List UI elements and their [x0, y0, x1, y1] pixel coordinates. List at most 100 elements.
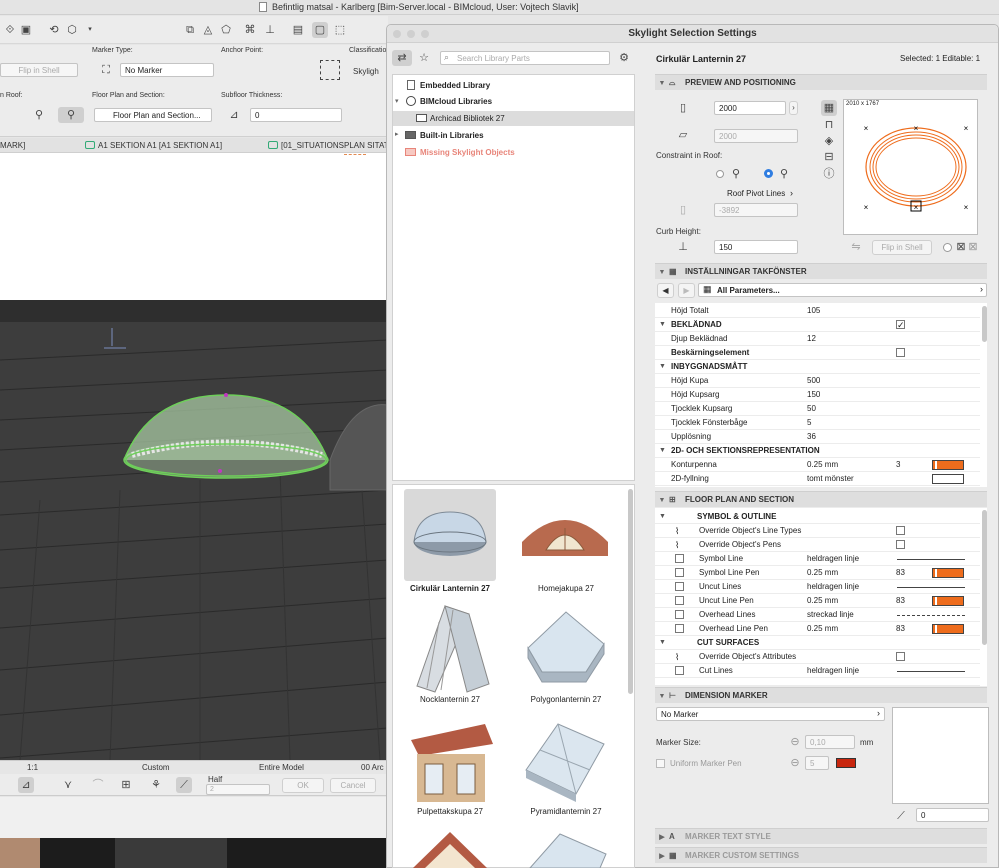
- grid-icon[interactable]: ⊞: [118, 777, 134, 793]
- flip-checkbox[interactable]: [943, 243, 952, 252]
- dimension-marker-select[interactable]: No Marker: [656, 707, 885, 721]
- gallery-label-polygonlanternin[interactable]: Polygonlanternin 27: [511, 695, 621, 704]
- cube-icon[interactable]: ⬡: [64, 22, 80, 38]
- angle-input[interactable]: 0: [916, 808, 989, 822]
- width-input[interactable]: 2000: [714, 101, 786, 115]
- tree-archicad-bibliotek[interactable]: Archicad Bibliotek 27: [430, 114, 505, 123]
- gallery-label-pulpettakskupa[interactable]: Pulpettakskupa 27: [395, 807, 505, 816]
- subfloor-input[interactable]: 0: [250, 108, 342, 122]
- polygonlanternin-thumbnail[interactable]: [520, 602, 610, 694]
- cancel-button[interactable]: Cancel: [330, 778, 376, 793]
- param-group-row[interactable]: ▼ BEKLÄDNAD ✓: [655, 318, 980, 332]
- param-row[interactable]: Konturpenna 0.25 mm 3: [655, 458, 980, 472]
- chevron-right-icon[interactable]: ›: [980, 284, 983, 294]
- tab-situationsplan[interactable]: [01_SITUATIONSPLAN SITAT: [281, 141, 389, 150]
- gallery-label-nocklanternin[interactable]: Nocklanternin 27: [395, 695, 505, 704]
- marker-pen-input[interactable]: 5: [805, 756, 829, 770]
- floor-row[interactable]: Symbol Line heldragen linje: [655, 552, 980, 566]
- row-checkbox[interactable]: [675, 554, 684, 563]
- mirror-alt-icon[interactable]: ⊠: [967, 239, 979, 255]
- library-search-input[interactable]: Search Library Parts: [440, 51, 610, 65]
- info-icon[interactable]: ⓘ: [821, 166, 837, 182]
- param-row[interactable]: Djup Beklädnad 12: [655, 332, 980, 346]
- chevron-down-icon[interactable]: ▾: [82, 22, 98, 38]
- floor-group-row[interactable]: ▼ SYMBOL & OUTLINE: [655, 510, 980, 524]
- cirkular-lanternin-thumbnail[interactable]: [405, 490, 495, 582]
- floor-row[interactable]: Cut Lines heldragen linje: [655, 664, 980, 678]
- floor-row[interactable]: ⌇ Override Object's Attributes: [655, 650, 980, 664]
- pulpettakskupa-thumbnail[interactable]: [405, 714, 495, 806]
- ok-button[interactable]: OK: [282, 778, 324, 793]
- tree-embedded-library[interactable]: Embedded Library: [420, 81, 490, 90]
- curb-height-input[interactable]: 150: [714, 240, 798, 254]
- tab-mark[interactable]: MARK]: [0, 141, 25, 150]
- shape-icon[interactable]: ⬠: [218, 22, 234, 38]
- gallery-thumbnail-partial[interactable]: [520, 826, 610, 868]
- guide-icon[interactable]: ⟋: [176, 777, 192, 793]
- constraint-radio-2-selected[interactable]: [764, 169, 773, 178]
- floorplan-scrollbar[interactable]: [982, 510, 987, 645]
- floor-row[interactable]: Symbol Line Pen 0.25 mm 83: [655, 566, 980, 580]
- classification-value[interactable]: Skyligh: [353, 67, 379, 76]
- height-input[interactable]: 2000: [714, 129, 798, 143]
- param-row[interactable]: Tjocklek Kupsarg 50: [655, 402, 980, 416]
- section-marker-custom-header[interactable]: ▶ ▦ MARKER CUSTOM SETTINGS: [655, 847, 987, 863]
- marker-size-input[interactable]: 0,10: [805, 735, 855, 749]
- chevron-right-icon[interactable]: ▸: [395, 130, 399, 138]
- override-pens-checkbox[interactable]: [896, 540, 905, 549]
- gallery-label-homejakupa[interactable]: Homejakupa 27: [511, 584, 621, 593]
- row-checkbox[interactable]: [675, 568, 684, 577]
- override-line-types-checkbox[interactable]: [896, 526, 905, 535]
- curve-icon[interactable]: ⌒: [90, 777, 106, 793]
- elevation-view-icon[interactable]: ⊟: [821, 149, 837, 165]
- section-preview-header[interactable]: ▼ ⌓ PREVIEW AND POSITIONING: [655, 74, 987, 90]
- beskarning-checkbox[interactable]: [896, 348, 905, 357]
- roof-constraint-icon[interactable]: ⚲: [31, 107, 47, 123]
- param-group-row[interactable]: ▼ INBYGGNADSMÅTT: [655, 360, 980, 374]
- mirror-icon[interactable]: ⊠: [955, 239, 967, 255]
- nodes-icon[interactable]: ⊥: [262, 22, 278, 38]
- snap-icon[interactable]: ⋎: [60, 777, 76, 793]
- flip-in-shell-button[interactable]: Flip in Shell: [0, 63, 78, 77]
- arc-value[interactable]: 00 Arc: [361, 763, 384, 772]
- 3d-box-icon[interactable]: ⬚: [332, 22, 348, 38]
- tab-section-a1[interactable]: A1 SEKTION A1 [A1 SEKTION A1]: [98, 141, 222, 150]
- tree-built-in-libraries[interactable]: Built-in Libraries: [420, 131, 484, 140]
- floor-row[interactable]: Overhead Lines streckad linje: [655, 608, 980, 622]
- row-checkbox[interactable]: [675, 582, 684, 591]
- layout-icon[interactable]: ▣: [18, 22, 34, 38]
- tree-bimcloud-libraries[interactable]: BIMcloud Libraries: [420, 97, 492, 106]
- flip-in-shell-button[interactable]: Flip in Shell: [872, 240, 932, 255]
- measure-icon[interactable]: ⊿: [18, 777, 34, 793]
- floor-row[interactable]: Overhead Line Pen 0.25 mm 83: [655, 622, 980, 636]
- tree-missing-skylight-objects[interactable]: Missing Skylight Objects: [420, 148, 515, 157]
- row-checkbox[interactable]: [675, 666, 684, 675]
- panel-icon[interactable]: ▢: [312, 22, 328, 38]
- uniform-pen-checkbox[interactable]: [656, 759, 665, 768]
- anchor-point-grid[interactable]: [320, 60, 340, 80]
- chevron-right-icon[interactable]: ›: [789, 101, 798, 115]
- entire-model-value[interactable]: Entire Model: [259, 763, 304, 772]
- marker-pen-swatch[interactable]: [836, 758, 856, 768]
- 3d-view-icon[interactable]: ◈: [821, 133, 837, 149]
- half-input[interactable]: 2: [206, 784, 270, 795]
- param-row[interactable]: Höjd Kupa 500: [655, 374, 980, 388]
- param-row[interactable]: Upplösning 36: [655, 430, 980, 444]
- 3d-viewport[interactable]: [0, 300, 388, 760]
- params-filter-select[interactable]: All Parameters...: [698, 283, 987, 297]
- window-icon[interactable]: ▤: [290, 22, 306, 38]
- section-dimension-header[interactable]: ▼ ⊢ DIMENSION MARKER: [655, 687, 987, 703]
- row-checkbox[interactable]: [675, 624, 684, 633]
- homejakupa-thumbnail[interactable]: [520, 490, 610, 582]
- pen-color-swatch[interactable]: [932, 624, 964, 634]
- gallery-scrollbar[interactable]: [628, 489, 633, 694]
- section-canvas[interactable]: [0, 153, 388, 300]
- tree-icon[interactable]: ⌘: [242, 22, 258, 38]
- pen-color-swatch[interactable]: [932, 460, 964, 470]
- scale-value[interactable]: 1:1: [27, 763, 38, 772]
- plan-view-icon[interactable]: ▦: [821, 100, 837, 116]
- param-group-row[interactable]: ▼ 2D- OCH SEKTIONSREPRESENTATION: [655, 444, 980, 458]
- roof-pivot-lines-label[interactable]: Roof Pivot Lines: [727, 189, 785, 198]
- gallery-label-pyramidlanternin[interactable]: Pyramidlanternin 27: [511, 807, 621, 816]
- param-row[interactable]: Beskärningselement: [655, 346, 980, 360]
